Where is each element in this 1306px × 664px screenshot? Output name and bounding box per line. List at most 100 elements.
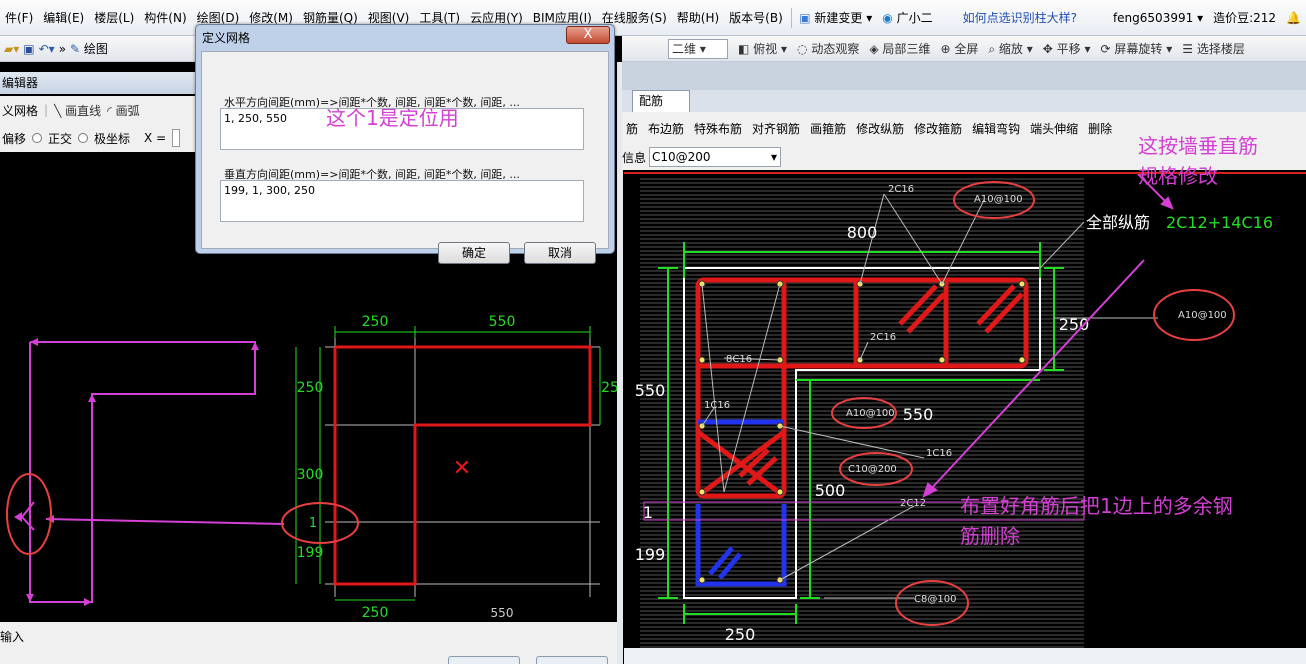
cancel-button[interactable]: 取消: [524, 242, 596, 264]
annotation-wall-note-1: 这按墙垂直筋: [1138, 134, 1258, 158]
rebar-tool-align[interactable]: 对齐钢筋: [752, 120, 800, 137]
menu-file[interactable]: 件(F): [0, 0, 38, 36]
menu-version[interactable]: 版本号(B): [724, 0, 788, 36]
magenta-outline: [29, 341, 256, 603]
new-change-label: 新建变更: [814, 10, 863, 25]
fullscreen-icon: ⊕: [940, 42, 951, 56]
save-icon[interactable]: ▣: [23, 42, 34, 56]
assistant-label: 广小二: [896, 10, 933, 25]
ortho-radio[interactable]: [32, 133, 43, 143]
tab-reinforcement[interactable]: 配筋: [632, 90, 690, 112]
polar-label: 极坐标: [94, 131, 131, 146]
bottom-button-1[interactable]: [448, 656, 520, 664]
pan-button[interactable]: ✥ 平移 ▾: [1043, 40, 1091, 57]
rebar-spec-select[interactable]: C10@200 ▾: [649, 147, 782, 167]
divider: |: [44, 103, 49, 117]
draw-line-button[interactable]: ╲ 画直线: [54, 102, 101, 119]
view-mode-select[interactable]: 二维 ▾: [668, 38, 728, 59]
dialog-title: 定义网格: [202, 31, 251, 45]
bottom-button-2[interactable]: [536, 656, 608, 664]
rebar-spec-value: C10@200: [652, 150, 711, 164]
dim-199: 199: [635, 545, 666, 564]
close-button[interactable]: X: [566, 26, 610, 44]
label-c8-100: C8@100: [914, 594, 956, 605]
cube-icon: ◧: [738, 42, 750, 56]
rotate-button[interactable]: ⟳ 屏幕旋转 ▾: [1101, 40, 1173, 57]
open-folder-icon[interactable]: ▰▾: [4, 42, 19, 56]
vertical-spacing-input[interactable]: 199, 1, 300, 250: [220, 180, 584, 222]
zoom-button[interactable]: ⌕ 缩放 ▾: [988, 40, 1032, 57]
define-grid-button[interactable]: 义网格: [2, 102, 38, 119]
editor-toolbar: 义网格 | ╲ 画直线 ◜ 画弧: [0, 96, 196, 124]
tab-row: [622, 90, 1306, 112]
total-rebar-label: 全部纵筋: [1086, 213, 1150, 232]
user-account[interactable]: feng6503991 ▾: [1108, 0, 1208, 36]
menu-component[interactable]: 构件(N): [139, 0, 191, 36]
notification-bell-icon[interactable]: 🔔: [1281, 0, 1306, 36]
right-drawing-canvas[interactable]: 2C16 A10@100 A10@100 A10@100 C10@200 8C1…: [624, 172, 1306, 648]
rebar-tool-modify-stirrup[interactable]: 修改箍筋: [914, 120, 962, 137]
define-grid-dialog: 定义网格 X 水平方向间距(mm)=>间距*个数, 间距, 间距*个数, 间距,…: [195, 24, 615, 264]
orbit-button[interactable]: ◌ 动态观察: [797, 40, 859, 57]
dimension-lines: [295, 326, 601, 601]
label-8c16: 8C16: [726, 354, 752, 365]
label-1c16: 1C16: [704, 400, 730, 411]
rebar-tool-delete[interactable]: 删除: [1088, 120, 1112, 137]
layers-icon: ☰: [1182, 42, 1194, 56]
pencil-icon: ✎: [70, 42, 81, 56]
ok-button[interactable]: 确定: [438, 242, 510, 264]
orbit-label: 动态观察: [811, 42, 860, 56]
chevron-down-icon: ▾: [770, 150, 778, 164]
select-floor-label: 选择楼层: [1196, 42, 1245, 56]
center-cross: ✕: [453, 456, 471, 481]
dim-left-250: 250: [297, 380, 324, 396]
top-view-label: 俯视: [753, 42, 778, 56]
rebar-tool-hook[interactable]: 编辑弯钩: [972, 120, 1020, 137]
local-3d-button[interactable]: ◈ 局部三维: [869, 40, 930, 57]
menu-floor[interactable]: 楼层(L): [89, 0, 139, 36]
dim-top-250: 250: [362, 314, 389, 330]
input-label: 输入: [0, 630, 25, 644]
dim-500: 500: [815, 481, 846, 500]
coin-balance: 造价豆:212: [1213, 10, 1277, 25]
polar-radio[interactable]: [78, 133, 89, 143]
rebar-tool-special[interactable]: 特殊布筋: [694, 120, 742, 137]
rebar-tool-edge[interactable]: 布边筋: [648, 120, 684, 137]
assistant-button[interactable]: ◉ 广小二: [877, 0, 937, 36]
label-1c16-b: 1C16: [926, 448, 952, 459]
draw-arc-button[interactable]: ◜ 画弧: [107, 102, 140, 119]
rebar-tool-modify-long[interactable]: 修改纵筋: [856, 120, 904, 137]
select-floor-button[interactable]: ☰ 选择楼层: [1182, 40, 1245, 57]
view-toolbar: 二维 ▾ ◧ 俯视 ▾ ◌ 动态观察 ◈ 局部三维 ⊕ 全屏 ⌕ 缩放 ▾ ✥ …: [622, 36, 1306, 62]
rebar-tool-bar[interactable]: 筋: [626, 120, 638, 137]
help-link[interactable]: 如何点选识别柱大样?: [958, 0, 1082, 36]
draw-button[interactable]: ✎ 绘图: [70, 40, 108, 57]
arc-icon: ◜: [107, 103, 112, 118]
menu-edit[interactable]: 编辑(E): [38, 0, 89, 36]
x-label: X =: [144, 131, 167, 145]
label-c10-200: C10@200: [848, 464, 897, 475]
dim-left-199: 199: [297, 545, 324, 561]
menu-help[interactable]: 帮助(H): [672, 0, 724, 36]
dialog-body: 水平方向间距(mm)=>间距*个数, 间距, 间距*个数, 间距, ... 1,…: [201, 51, 609, 264]
offset-label: 偏移: [2, 131, 27, 146]
vertical-spacing-group: 垂直方向间距(mm)=>间距*个数, 间距, 间距*个数, 间距, ... 19…: [216, 166, 598, 228]
rotate-icon: ⟳: [1100, 42, 1111, 56]
x-input[interactable]: [172, 129, 181, 147]
pan-label: 平移: [1056, 42, 1081, 56]
top-view-button[interactable]: ◧ 俯视 ▾: [738, 40, 787, 57]
annotation-wall-note-2: 规格修改: [1138, 164, 1218, 188]
label-a10-mid: A10@100: [846, 408, 895, 419]
left-main-toolbar: ▰▾ ▣ ↶▾ » ✎ 绘图: [0, 36, 196, 62]
dim-bottom-250: 250: [362, 605, 389, 621]
new-change-button[interactable]: ▣ 新建变更 ▾: [794, 0, 877, 36]
rebar-tool-extend[interactable]: 端头伸缩: [1030, 120, 1078, 137]
orbit-icon: ◌: [797, 42, 808, 56]
undo-icon[interactable]: ↶▾: [39, 42, 55, 56]
more-icon[interactable]: »: [59, 42, 66, 56]
info-label: 信息: [622, 150, 647, 165]
document-icon: ▣: [799, 10, 811, 25]
rebar-tool-stirrup[interactable]: 画箍筋: [810, 120, 846, 137]
editor-title: 编辑器: [0, 72, 196, 94]
fullscreen-button[interactable]: ⊕ 全屏: [940, 40, 978, 57]
